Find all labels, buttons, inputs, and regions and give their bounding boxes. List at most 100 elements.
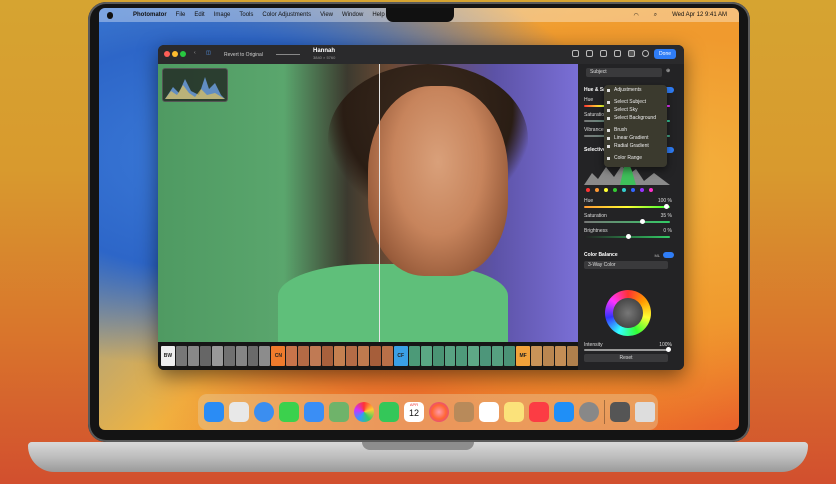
- revert-button[interactable]: Revert to Original: [224, 52, 263, 58]
- menu-window[interactable]: Window: [342, 12, 363, 18]
- facetime-icon[interactable]: [379, 402, 399, 422]
- reset-button[interactable]: Reset: [584, 354, 668, 362]
- compare-split-line[interactable]: [379, 64, 380, 342]
- swatch-orange[interactable]: [595, 188, 599, 192]
- color-balance-toggle[interactable]: [663, 252, 674, 258]
- preset-tag-bw[interactable]: BW: [161, 346, 175, 366]
- color-wheel[interactable]: [605, 290, 651, 336]
- preset-tag-cf[interactable]: CF: [393, 346, 408, 366]
- photos-icon[interactable]: [354, 402, 374, 422]
- slider-knob[interactable]: [626, 234, 631, 239]
- preset-thumb[interactable]: [235, 346, 247, 366]
- preset-thumb[interactable]: [346, 346, 357, 366]
- mail-icon[interactable]: [304, 402, 324, 422]
- preset-thumb[interactable]: [420, 346, 432, 366]
- menu-item-select-background[interactable]: Select Background: [614, 115, 656, 121]
- safari-icon[interactable]: [254, 402, 274, 422]
- preset-thumb[interactable]: [334, 346, 346, 366]
- ml-button-2[interactable]: ML: [654, 253, 660, 258]
- slider-knob[interactable]: [666, 347, 671, 352]
- preset-thumb[interactable]: [247, 346, 259, 366]
- chevron-left-icon[interactable]: ‹: [194, 50, 196, 56]
- sc-brightness-slider[interactable]: [584, 234, 670, 239]
- add-mask-icon[interactable]: ⊕: [666, 68, 670, 74]
- trash-icon[interactable]: [635, 402, 655, 422]
- launchpad-icon[interactable]: [229, 402, 249, 422]
- zoom-button[interactable]: [180, 51, 186, 57]
- preset-thumb[interactable]: [543, 346, 554, 366]
- brush-icon[interactable]: [586, 50, 593, 57]
- compare-icon[interactable]: ◫: [206, 50, 211, 56]
- contacts-icon[interactable]: [454, 402, 474, 422]
- menu-image[interactable]: Image: [214, 12, 231, 18]
- preset-thumb[interactable]: [369, 346, 381, 366]
- preset-thumb[interactable]: [432, 346, 444, 366]
- menu-item-adjustments[interactable]: Adjustments: [614, 87, 642, 93]
- done-button[interactable]: Done: [654, 49, 676, 59]
- swatch-yellow[interactable]: [604, 188, 608, 192]
- menu-tools[interactable]: Tools: [239, 12, 253, 18]
- menu-app-name[interactable]: Photomator: [133, 12, 167, 18]
- menu-item-brush[interactable]: Brush: [614, 127, 627, 133]
- more-icon[interactable]: [642, 50, 649, 57]
- preset-thumb[interactable]: [566, 346, 578, 366]
- pen-icon[interactable]: [572, 50, 579, 57]
- menu-item-select-sky[interactable]: Select Sky: [614, 107, 638, 113]
- finder-icon[interactable]: [204, 402, 224, 422]
- preset-thumb[interactable]: [381, 346, 393, 366]
- preset-thumb[interactable]: [504, 346, 516, 366]
- wifi-icon[interactable]: ◠: [633, 12, 638, 19]
- photo-canvas[interactable]: [158, 64, 578, 342]
- preset-thumb[interactable]: [480, 346, 492, 366]
- menu-file[interactable]: File: [176, 12, 186, 18]
- color-balance-mode-select[interactable]: 3-Way Color: [584, 261, 668, 269]
- preset-thumb[interactable]: [554, 346, 566, 366]
- preset-thumb[interactable]: [175, 346, 187, 366]
- swatch-green[interactable]: [613, 188, 617, 192]
- subject-select[interactable]: Subject: [586, 68, 662, 77]
- preset-tag-mf[interactable]: MF: [516, 346, 531, 366]
- reminders-icon[interactable]: [479, 402, 499, 422]
- zoom-slider[interactable]: [276, 54, 300, 55]
- messages-icon[interactable]: [279, 402, 299, 422]
- preset-thumb[interactable]: [223, 346, 235, 366]
- preset-thumb[interactable]: [531, 346, 542, 366]
- preset-thumb[interactable]: [408, 346, 420, 366]
- swatch-magenta[interactable]: [649, 188, 653, 192]
- preset-thumb[interactable]: [259, 346, 271, 366]
- menu-color-adjustments[interactable]: Color Adjustments: [262, 12, 311, 18]
- slider-knob[interactable]: [664, 204, 669, 209]
- menu-clock[interactable]: Wed Apr 12 9:41 AM: [672, 12, 727, 18]
- retouch-icon[interactable]: [600, 50, 607, 57]
- preset-thumb[interactable]: [492, 346, 504, 366]
- slider-knob[interactable]: [640, 219, 645, 224]
- swatch-red[interactable]: [586, 188, 590, 192]
- preset-thumb[interactable]: [298, 346, 310, 366]
- menu-view[interactable]: View: [320, 12, 333, 18]
- preset-tag-cn[interactable]: CN: [271, 346, 286, 366]
- preset-thumb[interactable]: [444, 346, 456, 366]
- photomator-dock-icon[interactable]: [429, 402, 449, 422]
- preset-thumb[interactable]: [310, 346, 322, 366]
- preset-thumb[interactable]: [468, 346, 480, 366]
- menu-item-radial-gradient[interactable]: Radial Gradient: [614, 143, 649, 149]
- swatch-purple[interactable]: [640, 188, 644, 192]
- menu-item-color-range[interactable]: Color Range: [614, 155, 642, 161]
- swatch-blue[interactable]: [631, 188, 635, 192]
- intensity-slider[interactable]: [584, 347, 671, 352]
- adjustments-icon[interactable]: [628, 50, 635, 57]
- menu-edit[interactable]: Edit: [194, 12, 204, 18]
- calendar-icon[interactable]: APR 12: [404, 402, 424, 422]
- notes-icon[interactable]: [504, 402, 524, 422]
- preset-thumb[interactable]: [211, 346, 223, 366]
- preset-thumb[interactable]: [322, 346, 334, 366]
- swatch-aqua[interactable]: [622, 188, 626, 192]
- menu-item-linear-gradient[interactable]: Linear Gradient: [614, 135, 648, 141]
- apple-icon[interactable]: [107, 11, 113, 19]
- preset-thumb[interactable]: [286, 346, 298, 366]
- menu-item-select-subject[interactable]: Select Subject: [614, 99, 646, 105]
- app-store-icon[interactable]: [554, 402, 574, 422]
- minimize-button[interactable]: [172, 51, 178, 57]
- recent-window-icon[interactable]: [610, 402, 630, 422]
- preset-thumb[interactable]: [199, 346, 211, 366]
